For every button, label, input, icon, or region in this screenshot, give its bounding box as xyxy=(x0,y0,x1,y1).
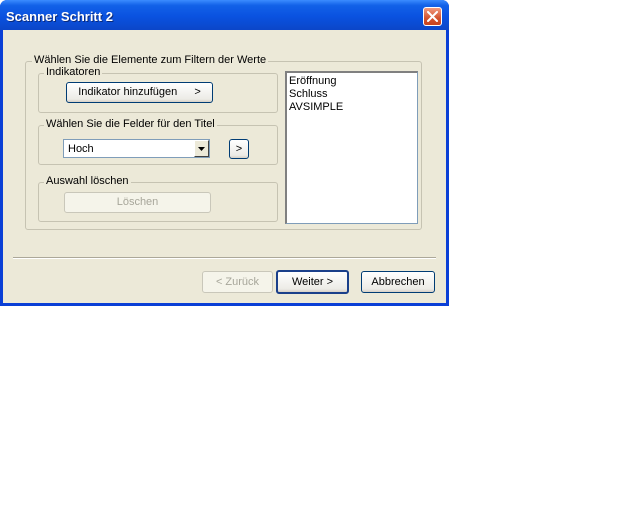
chevron-down-icon xyxy=(198,147,205,151)
dropdown-button[interactable] xyxy=(194,140,209,157)
delete-button[interactable]: Löschen xyxy=(64,192,211,213)
close-button[interactable] xyxy=(423,7,442,26)
title-field-value: Hoch xyxy=(68,143,94,155)
cancel-button[interactable]: Abbrechen xyxy=(361,271,435,293)
next-button[interactable]: Weiter > xyxy=(276,270,349,294)
indicators-group-label: Indikatoren xyxy=(44,66,103,78)
next-button-label: Weiter > xyxy=(291,276,334,288)
back-button[interactable]: < Zurück xyxy=(202,271,273,293)
list-item[interactable]: Schluss xyxy=(289,88,328,100)
add-indicator-button[interactable]: Indikator hinzufügen > xyxy=(66,82,213,103)
chevron-right-icon: > xyxy=(194,86,201,98)
title-field-select[interactable]: Hoch xyxy=(63,139,210,158)
cancel-button-label: Abbrechen xyxy=(371,276,425,288)
add-title-field-button[interactable]: > xyxy=(229,139,249,159)
close-icon xyxy=(427,11,438,22)
title-bar[interactable]: Scanner Schritt 2 xyxy=(0,0,449,30)
footer-separator xyxy=(13,257,436,259)
add-indicator-label: Indikator hinzufügen xyxy=(78,86,178,98)
back-button-label: < Zurück xyxy=(215,276,260,288)
list-item[interactable]: AVSIMPLE xyxy=(289,101,343,113)
window-title: Scanner Schritt 2 xyxy=(6,9,113,24)
list-item[interactable]: Eröffnung xyxy=(289,75,337,87)
filter-group-label: Wählen Sie die Elemente zum Filtern der … xyxy=(32,54,269,66)
delete-button-label: Löschen xyxy=(116,196,159,208)
title-fields-group-label: Wählen Sie die Felder für den Titel xyxy=(44,118,217,130)
elements-listbox[interactable]: Eröffnung Schluss AVSIMPLE xyxy=(285,71,418,224)
chevron-right-icon: > xyxy=(235,143,243,155)
clear-selection-group-label: Auswahl löschen xyxy=(44,175,131,187)
